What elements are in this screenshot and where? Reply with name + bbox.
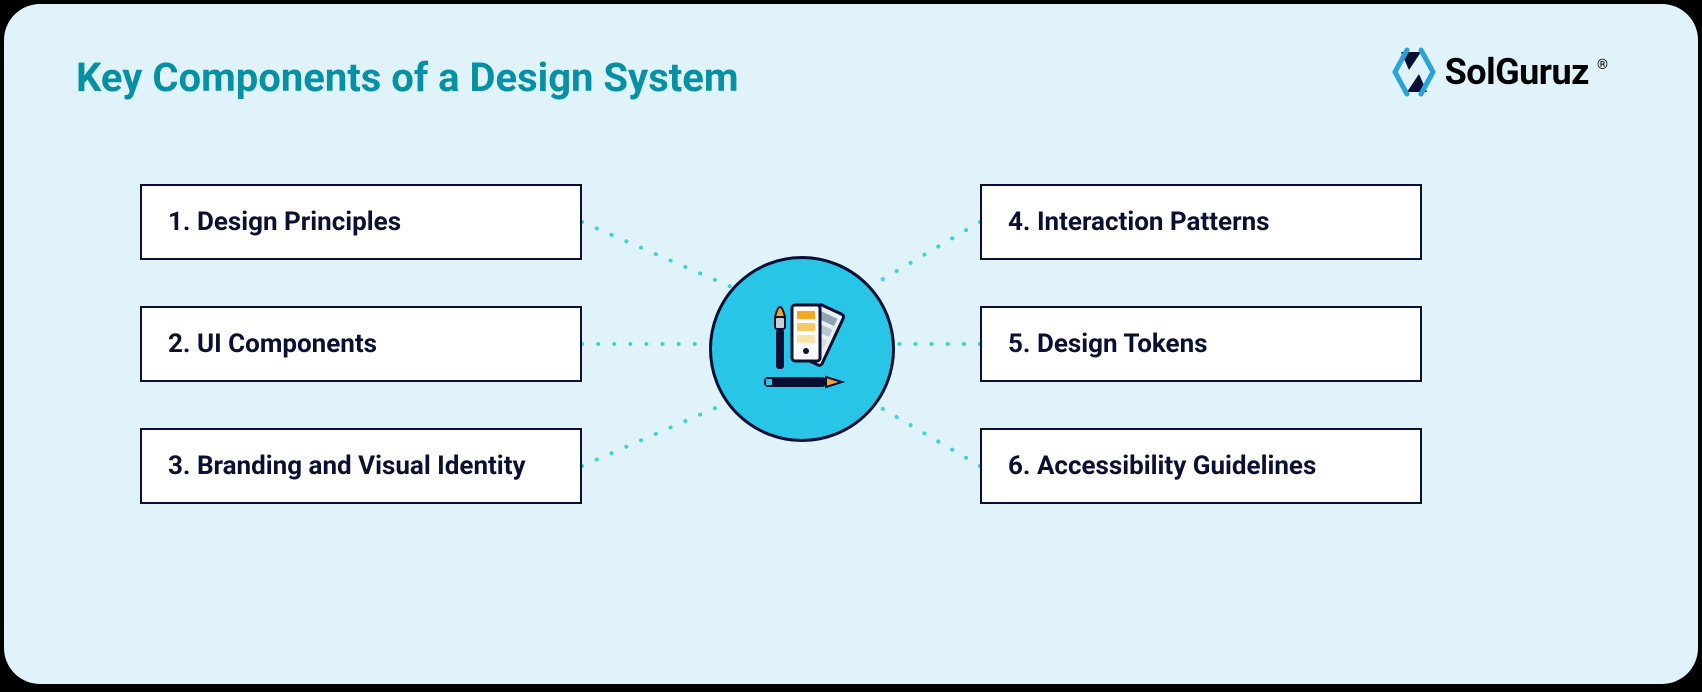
component-box: 5. Design Tokens <box>980 306 1422 382</box>
brand-mark-icon <box>1391 46 1437 98</box>
brand-logo-block: SolGuruz ® <box>1391 46 1608 98</box>
right-column: 4. Interaction Patterns 5. Design Tokens… <box>980 184 1422 504</box>
diagram-card: Key Components of a Design System SolGur… <box>4 4 1698 684</box>
component-num: 6. <box>1008 451 1030 481</box>
component-num: 5. <box>1008 329 1030 359</box>
component-num: 1. <box>168 207 190 237</box>
diagram-content: 1. Design Principles 2. UI Components 3.… <box>4 174 1698 634</box>
component-label: UI Components <box>197 329 377 359</box>
design-tools-icon <box>742 289 862 409</box>
diagram-title: Key Components of a Design System <box>76 54 739 101</box>
component-box: 1. Design Principles <box>140 184 582 260</box>
component-label: Design Tokens <box>1037 329 1208 359</box>
component-num: 4. <box>1008 207 1030 237</box>
component-label: Interaction Patterns <box>1037 207 1270 237</box>
component-label: Branding and Visual Identity <box>197 451 526 481</box>
component-num: 2. <box>168 329 190 359</box>
component-num: 3. <box>168 451 190 481</box>
brand-registered: ® <box>1597 57 1608 73</box>
component-box: 4. Interaction Patterns <box>980 184 1422 260</box>
component-box: 6. Accessibility Guidelines <box>980 428 1422 504</box>
brand-name: SolGuruz <box>1445 51 1589 93</box>
component-box: 3. Branding and Visual Identity <box>140 428 582 504</box>
component-label: Design Principles <box>197 207 401 237</box>
component-box: 2. UI Components <box>140 306 582 382</box>
hub-circle <box>709 256 895 442</box>
left-column: 1. Design Principles 2. UI Components 3.… <box>140 184 582 504</box>
component-label: Accessibility Guidelines <box>1037 451 1316 481</box>
